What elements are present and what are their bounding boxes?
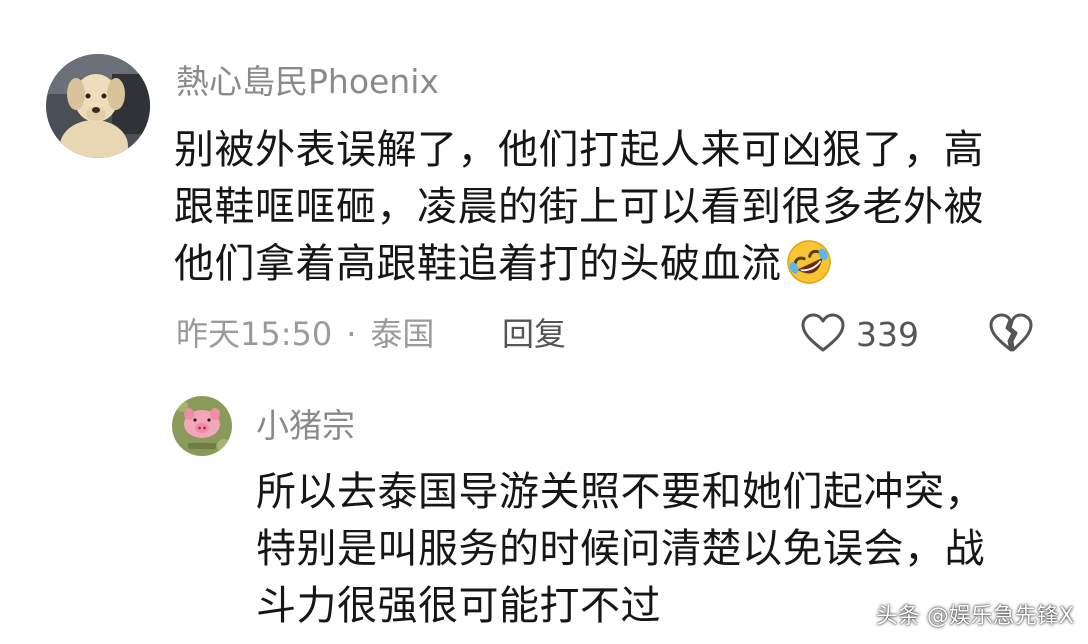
reply-line: 所以去泰国导游关照不要和她们起冲突，: [256, 469, 985, 515]
comment-location: 泰国: [370, 315, 435, 353]
reply-line: 特别是叫服务的时候问清楚以免误会，战: [256, 526, 985, 572]
reply-username[interactable]: 小猪宗: [256, 406, 355, 446]
comment-thread: 熱心島民Phoenix 别被外表误解了，他们打起人来可凶狠了，高 跟鞋哐哐砸，凌…: [0, 0, 1088, 644]
rolling-laughing-emoji-icon: [784, 237, 834, 303]
comment-username[interactable]: 熱心島民Phoenix: [176, 62, 439, 102]
avatar[interactable]: [46, 54, 150, 158]
dislike-button[interactable]: [988, 312, 1034, 358]
comment-text: 别被外表误解了，他们打起人来可凶狠了，高 跟鞋哐哐砸，凌晨的街上可以看到很多老外…: [174, 122, 984, 303]
heart-icon: [800, 312, 846, 358]
comment-line: 别被外表误解了，他们打起人来可凶狠了，高: [174, 127, 984, 173]
reply-button[interactable]: 回复: [502, 314, 566, 354]
watermark: 头条 @娱乐急先锋X: [875, 604, 1074, 629]
comment-line: 他们拿着高跟鞋追着打的头破血流: [174, 236, 984, 303]
comment-meta: 昨天15:50 · 泰国: [176, 314, 434, 354]
like-count: 339: [856, 315, 919, 354]
separator-dot: ·: [346, 315, 357, 353]
broken-heart-icon: [988, 313, 1034, 358]
comment-line: 跟鞋哐哐砸，凌晨的街上可以看到很多老外被: [174, 184, 984, 230]
comment-time: 昨天15:50: [176, 315, 333, 353]
like-button[interactable]: 339: [800, 312, 919, 358]
reply-avatar[interactable]: [172, 396, 232, 456]
